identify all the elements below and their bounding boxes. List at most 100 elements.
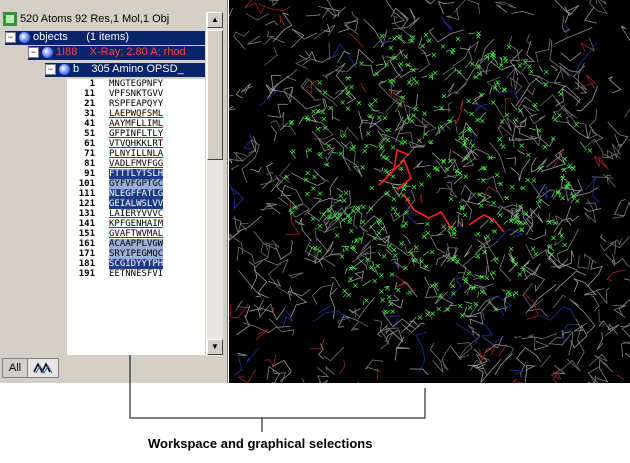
svg-text:×: × [356, 99, 363, 108]
sequence-row[interactable]: 181 SCGIDYYTPH [67, 259, 205, 269]
svg-text:×: × [432, 164, 439, 173]
svg-text:×: × [531, 176, 538, 185]
svg-text:×: × [348, 82, 355, 91]
molecular-viewer[interactable]: ××××××××××××××××××××××××××××××××××××××××… [229, 0, 630, 383]
sequence-row[interactable]: 171 SRYIPEGMQC [67, 249, 205, 259]
sequence-row[interactable]: 131 LAIERYVVVC [67, 209, 205, 219]
residue-sequence[interactable]: VPFSNKTGVV [109, 89, 163, 99]
svg-text:×: × [414, 78, 421, 87]
svg-text:×: × [457, 134, 464, 143]
residue-sequence[interactable]: RSPFEAPQYY [109, 99, 163, 109]
svg-text:×: × [367, 204, 374, 213]
sequence-row[interactable]: 191 EETNNESFVI [67, 269, 205, 279]
sequence-row[interactable]: 11 VPFSNKTGVV [67, 89, 205, 99]
residue-sequence[interactable]: NLEGFFATLG [109, 189, 164, 199]
residue-sequence[interactable]: GEIALWSLVV [109, 199, 164, 209]
svg-text:×: × [516, 219, 523, 228]
svg-text:×: × [509, 183, 516, 192]
sequence-row[interactable]: 101 GYFVFGPTGC [67, 179, 205, 189]
residue-sequence[interactable]: GYFVFGPTGC [109, 179, 164, 189]
residue-sequence[interactable]: PLNYILLNLA [109, 149, 163, 159]
sequence-row[interactable]: 61 VTVQHKKLRT [67, 139, 205, 149]
residue-number: 41 [84, 119, 95, 129]
svg-text:×: × [518, 141, 525, 150]
chain-icon [59, 63, 70, 75]
residue-number: 181 [78, 259, 95, 269]
svg-text:×: × [492, 305, 499, 314]
svg-text:×: × [438, 104, 445, 113]
residue-sequence[interactable]: FTTTLYTSLH [109, 169, 164, 179]
svg-text:×: × [413, 243, 420, 252]
sequence-row[interactable]: 71 PLNYILLNLA [67, 149, 205, 159]
svg-text:×: × [479, 116, 486, 125]
svg-text:×: × [475, 230, 482, 239]
svg-text:×: × [411, 183, 418, 192]
svg-text:×: × [466, 125, 473, 134]
sequence-row[interactable]: 51 GFPINFLTLY [67, 129, 205, 139]
scroll-up-icon[interactable]: ▲ [207, 12, 223, 28]
sequence-row[interactable]: 121 GEIALWSLVV [67, 199, 205, 209]
sequence-row[interactable]: 141 KPFGENHAIM [67, 219, 205, 229]
svg-text:×: × [490, 199, 497, 208]
tab-selections[interactable] [27, 358, 59, 378]
sequence-row[interactable]: 151 GVAFTWVMAL [67, 229, 205, 239]
svg-text:×: × [310, 184, 317, 193]
objects-count: (1 items) [86, 31, 129, 43]
residue-sequence[interactable]: SRYIPEGMQC [109, 249, 164, 259]
sequence-row[interactable]: 21 RSPFEAPQYY [67, 99, 205, 109]
svg-text:×: × [372, 96, 379, 105]
residue-sequence[interactable]: VTVQHKKLRT [109, 139, 163, 149]
scroll-down-icon[interactable]: ▼ [207, 339, 223, 355]
sequence-row[interactable]: 91 FTTTLYTSLH [67, 169, 205, 179]
collapse-icon[interactable]: − [28, 46, 39, 58]
tree-item-object[interactable]: − 1I88 X-Ray; 2.80 A; rhod [28, 46, 205, 60]
sequence-row[interactable]: 41 AAYMFLLIML [67, 119, 205, 129]
tab-all[interactable]: All [2, 358, 28, 378]
residue-sequence[interactable]: LAEPWQFSML [109, 109, 163, 119]
svg-text:×: × [548, 250, 555, 259]
residue-sequence[interactable]: GVAFTWVMAL [109, 229, 163, 239]
svg-text:×: × [459, 202, 466, 211]
svg-text:×: × [398, 59, 405, 68]
svg-text:×: × [390, 143, 397, 152]
sequence-list[interactable]: 1 MNGTEGPNFY 11 VPFSNKTGVV 21 RSPFEAPQYY 31 LAE… [67, 79, 205, 355]
svg-text:×: × [345, 104, 352, 113]
residue-sequence[interactable]: MNGTEGPNFY [109, 79, 163, 89]
residue-sequence[interactable]: GFPINFLTLY [109, 129, 163, 139]
svg-text:×: × [406, 78, 413, 87]
svg-text:×: × [451, 229, 458, 238]
svg-text:×: × [303, 175, 310, 184]
svg-text:×: × [358, 59, 365, 68]
collapse-icon[interactable]: − [5, 31, 16, 43]
sequence-row[interactable]: 1 MNGTEGPNFY [67, 79, 205, 89]
svg-text:×: × [561, 241, 568, 250]
residue-sequence[interactable]: LAIERYVVVC [109, 209, 163, 219]
svg-text:×: × [464, 135, 471, 144]
tree-item-objects[interactable]: − objects (1 items) [5, 31, 205, 45]
residue-sequence[interactable]: SCGIDYYTPH [109, 259, 164, 269]
svg-text:×: × [389, 270, 396, 279]
residue-sequence[interactable]: EETNNESFVI [109, 269, 163, 279]
sequence-row[interactable]: 31 LAEPWQFSML [67, 109, 205, 119]
svg-text:×: × [447, 117, 454, 126]
collapse-icon[interactable]: − [45, 63, 56, 75]
sequence-row[interactable]: 161 ACAAPPLVGW [67, 239, 205, 249]
svg-text:×: × [306, 146, 313, 155]
sequence-row[interactable]: 81 VADLFMVFGG [67, 159, 205, 169]
svg-text:×: × [504, 111, 511, 120]
sequence-row[interactable]: 111 NLEGFFATLG [67, 189, 205, 199]
svg-text:×: × [492, 83, 499, 92]
residue-sequence[interactable]: KPFGENHAIM [109, 219, 163, 229]
scroll-thumb[interactable] [207, 30, 223, 160]
residue-sequence[interactable]: VADLFMVFGG [109, 159, 163, 169]
workspace-panel: 520 Atoms 92 Res,1 Mol,1 Obj − objects (1… [0, 0, 228, 383]
svg-text:×: × [443, 164, 450, 173]
svg-text:×: × [379, 32, 386, 41]
svg-text:×: × [322, 88, 329, 97]
scrollbar[interactable]: ▲ ▼ [206, 12, 223, 356]
tree-item-chain[interactable]: − b 305 Amino OPSD_ [45, 63, 205, 77]
residue-number: 101 [78, 179, 95, 189]
svg-text:×: × [373, 69, 380, 78]
residue-sequence[interactable]: AAYMFLLIML [109, 119, 163, 129]
residue-sequence[interactable]: ACAAPPLVGW [109, 239, 164, 249]
